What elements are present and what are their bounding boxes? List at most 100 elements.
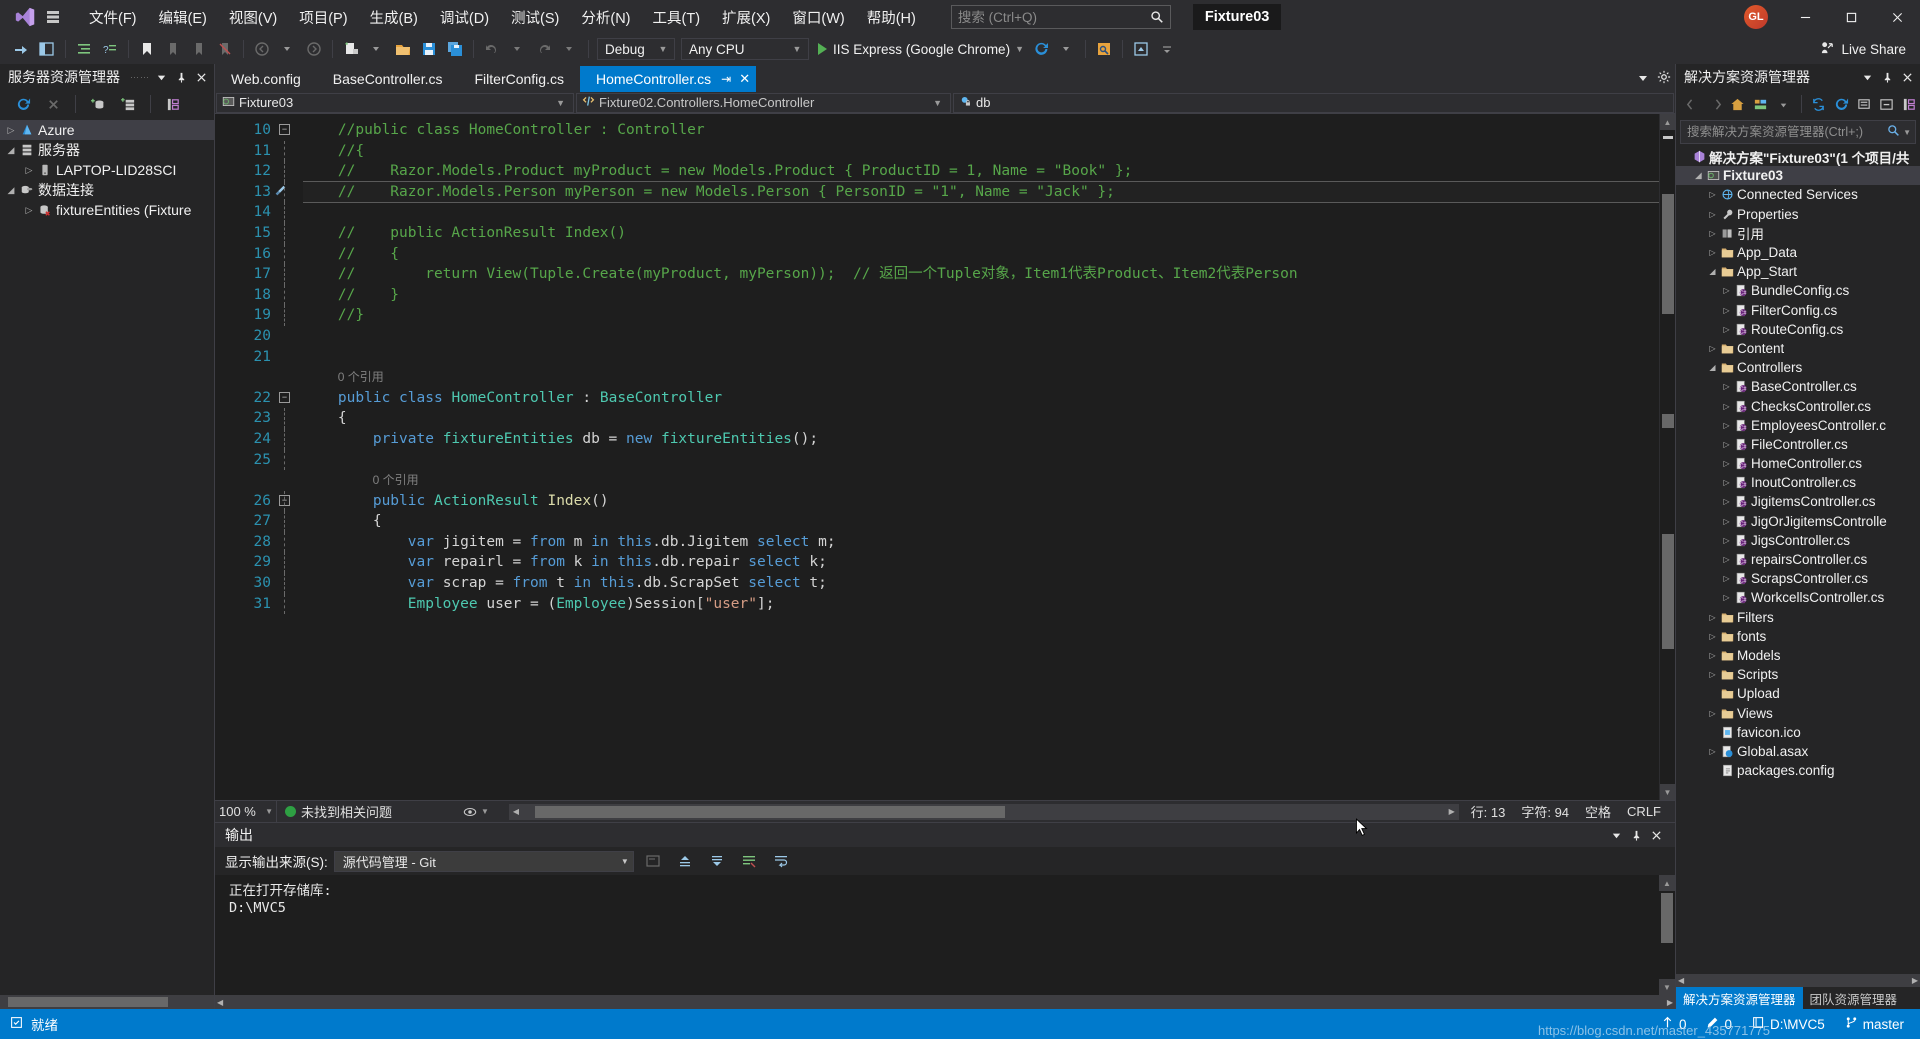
expander-icon[interactable]: ▷ [1720, 536, 1733, 545]
save-icon[interactable] [418, 38, 440, 60]
scroll-thumb-bottom[interactable] [1662, 534, 1674, 649]
expander-icon[interactable]: ▷ [1706, 709, 1719, 718]
add-connection-icon[interactable] [87, 93, 109, 115]
pin-tab-icon[interactable]: ⇥ [721, 72, 731, 86]
chevron-down-icon-zoom[interactable]: ▼ [265, 807, 276, 816]
expander-icon[interactable]: ◢ [1706, 267, 1719, 276]
toggle-panel-icon[interactable] [36, 38, 58, 60]
indent-icon[interactable] [73, 38, 95, 60]
tree-item-azure[interactable]: ▷ Azure [0, 120, 214, 140]
show-all-files-icon[interactable] [1856, 93, 1873, 115]
browser-preview-icon[interactable] [1093, 38, 1115, 60]
code-line[interactable] [303, 202, 1659, 223]
branch-indicator[interactable]: master [1835, 1009, 1920, 1039]
issues-indicator[interactable]: 未找到相关问题 [277, 801, 447, 823]
hot-reload-icon[interactable] [1030, 38, 1052, 60]
save-all-icon[interactable] [444, 38, 466, 60]
output-hscroll-right-icon[interactable]: ▶ [1667, 998, 1673, 1007]
expander-icon[interactable]: ▷ [1720, 306, 1733, 315]
output-dropdown-icon[interactable] [1607, 826, 1625, 844]
hscroll-left-icon[interactable]: ◀ [509, 807, 523, 816]
expander-icon[interactable]: ▷ [1706, 632, 1719, 641]
fold-marker[interactable] [277, 222, 303, 244]
expander-icon[interactable]: ▷ [1706, 210, 1719, 219]
refresh-se-icon[interactable] [1833, 93, 1850, 115]
find-message-icon[interactable] [642, 850, 664, 872]
solution-node-homecontroller-cs[interactable]: ▷ C# HomeController.cs [1676, 454, 1920, 473]
solution-node-global-asax[interactable]: ▷ Global.asax [1676, 742, 1920, 761]
editor-hscroll-thumb[interactable] [535, 805, 1005, 818]
solution-node-models[interactable]: ▷ Models [1676, 646, 1920, 665]
forward-icon[interactable] [1707, 93, 1724, 115]
code-line[interactable]: // public ActionResult Index() [303, 223, 1659, 244]
expander-icon[interactable]: ▷ [1720, 325, 1733, 334]
menu-file[interactable]: 文件(F) [78, 1, 148, 34]
avatar[interactable]: GL [1744, 5, 1768, 29]
expander-icon[interactable]: ▷ [1720, 421, 1733, 430]
fold-marker[interactable]: − [277, 120, 303, 141]
open-file-icon[interactable] [392, 38, 414, 60]
solution-node-jigitemscontroller-cs[interactable]: ▷ C# JigitemsController.cs [1676, 492, 1920, 511]
menu-project[interactable]: 项目(P) [288, 1, 358, 34]
code-line[interactable]: Employee user = (Employee)Session["user"… [303, 594, 1659, 615]
code-line[interactable]: //{ [303, 141, 1659, 162]
fold-marker[interactable] [277, 181, 303, 203]
search-input[interactable] [957, 9, 1150, 25]
hot-reload-dropdown-icon[interactable] [1056, 38, 1078, 60]
fold-marker[interactable]: − [277, 490, 303, 512]
zoom-control[interactable]: 100 % ▼ [215, 800, 277, 823]
tab-filter-config[interactable]: FilterConfig.cs [459, 66, 580, 92]
tab-solution-explorer[interactable]: 解决方案资源管理器 [1676, 987, 1803, 1009]
fold-marker[interactable] [277, 511, 303, 532]
toggle-word-wrap-icon[interactable] [770, 850, 792, 872]
code-line[interactable]: public class HomeController : BaseContro… [303, 388, 1659, 409]
se-hscroll-left-icon[interactable]: ◀ [1678, 976, 1684, 985]
tab-home-controller[interactable]: HomeController.cs ⇥ ✕ [579, 66, 757, 92]
expander-icon[interactable]: ▷ [1720, 286, 1733, 295]
solution-node-content[interactable]: ▷ Content [1676, 339, 1920, 358]
go-to-next-icon[interactable] [706, 850, 728, 872]
expander-icon[interactable]: ▷ [1706, 190, 1719, 199]
solution-node-filterconfig-cs[interactable]: ▷ C# FilterConfig.cs [1676, 301, 1920, 320]
menu-edit[interactable]: 编辑(E) [148, 1, 218, 34]
menu-view[interactable]: 视图(V) [218, 1, 288, 34]
solution-search-dropdown-icon[interactable]: ▼ [1900, 128, 1911, 137]
chevron-down-icon-3[interactable]: ▼ [1010, 44, 1024, 54]
code-line[interactable]: public ActionResult Index() [303, 491, 1659, 512]
hscroll-right-icon[interactable]: ▶ [1445, 807, 1459, 816]
fold-marker[interactable] [277, 161, 303, 182]
nav-forward-icon[interactable] [303, 38, 325, 60]
add-server-icon[interactable] [117, 93, 139, 115]
fold-marker[interactable] [277, 140, 303, 162]
menu-test[interactable]: 测试(S) [500, 1, 570, 34]
tree-item-laptop[interactable]: ▷ LAPTOP-LID28SCI [0, 160, 214, 180]
code-line[interactable]: // Razor.Models.Product myProduct = new … [303, 161, 1659, 182]
server-explorer-hscrollbar[interactable] [0, 995, 214, 1009]
maximize-button[interactable] [1828, 0, 1874, 34]
editor-hscrollbar[interactable]: ◀ ▶ [509, 803, 1459, 820]
fold-marker[interactable] [277, 408, 303, 429]
chevron-down-icon-nav1[interactable]: ▼ [552, 98, 569, 108]
expander-icon[interactable]: ◢ [1692, 171, 1705, 180]
scroll-thumb-top[interactable] [1662, 194, 1674, 314]
output-pin-icon[interactable] [1627, 826, 1645, 844]
back-icon[interactable] [1684, 93, 1701, 115]
expander-icon[interactable]: ▷ [1720, 497, 1733, 506]
expander-icon[interactable]: ▷ [1720, 459, 1733, 468]
nav-member-dropdown[interactable]: db [953, 92, 1674, 113]
expander-icon-2[interactable]: ◢ [4, 145, 18, 156]
expander-icon-4[interactable]: ◢ [4, 185, 18, 196]
expander-icon[interactable]: ▷ [1720, 593, 1733, 602]
solution-node-controllers[interactable]: ◢ Controllers [1676, 358, 1920, 377]
solution-node------fixture03--1------[interactable]: 解决方案"Fixture03"(1 个项目/共 [1676, 147, 1920, 166]
solution-node-employeescontroller-c[interactable]: ▷ C# EmployeesController.c [1676, 416, 1920, 435]
output-source-combo[interactable]: 源代码管理 - Git ▼ [333, 850, 634, 872]
clear-output-icon[interactable] [738, 850, 760, 872]
solution-node-routeconfig-cs[interactable]: ▷ C# RouteConfig.cs [1676, 320, 1920, 339]
fold-marker[interactable] [277, 202, 303, 223]
expander-icon[interactable]: ▷ [1706, 747, 1719, 756]
code-line[interactable] [303, 347, 1659, 368]
track-changes-indicator[interactable]: ▼ [447, 801, 505, 823]
menu-analyze[interactable]: 分析(N) [570, 1, 641, 34]
solution-hscrollbar[interactable]: ◀ ▶ [1676, 974, 1920, 987]
